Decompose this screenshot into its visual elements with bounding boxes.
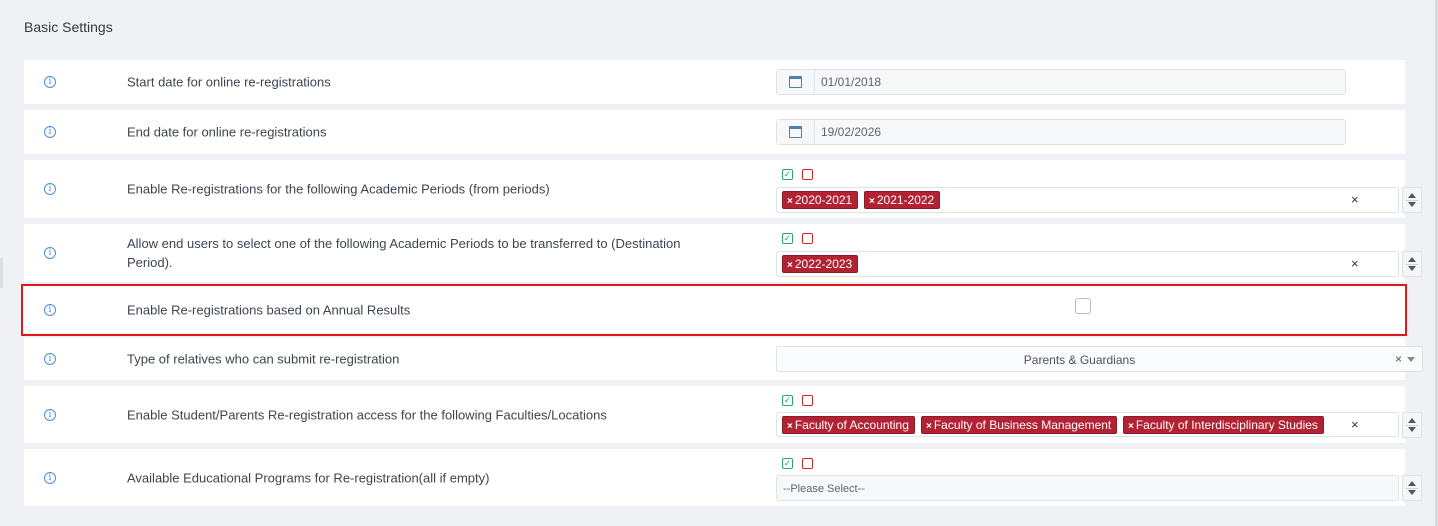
select-none-icon[interactable] [802,169,813,180]
tag[interactable]: × 2022-2023 [782,255,859,273]
setting-label: Type of relatives who can submit re-regi… [127,351,400,367]
setting-row-relatives: i Type of relatives who can submit re-re… [24,338,1423,381]
overflow-tag-hint [782,436,985,437]
clear-icon[interactable]: × [1351,192,1359,207]
select-none-icon[interactable] [802,395,813,406]
setting-row-faculties: i Enable Student/Parents Re-registration… [24,386,1422,444]
scroll-spinner[interactable] [1402,187,1422,213]
select-none-icon[interactable] [802,233,813,244]
setting-row-annual-results: i Enable Re-registrations based on Annua… [21,284,1407,336]
academic-periods-multiselect[interactable]: × 2020-2021 × 2021-2022 × [776,187,1399,213]
setting-row-start-date: i Start date for online re-registrations… [24,60,1405,105]
setting-label: Allow end users to select one of the fol… [127,236,681,270]
relatives-select[interactable]: Parents & Guardians × [776,346,1423,372]
tag[interactable]: × Faculty of Interdisciplinary Studies [1123,416,1324,434]
date-value: 19/02/2026 [821,125,882,139]
setting-row-destination-period: i Allow end users to select one of the f… [24,224,1422,283]
tag[interactable]: × Faculty of Accounting [782,416,915,434]
scroll-spinner[interactable] [1402,475,1422,501]
setting-label: Start date for online re-registrations [127,74,331,90]
tag[interactable]: × Faculty of Business Management [921,416,1118,434]
info-icon[interactable]: i [44,126,56,138]
setting-row-programs: i Available Educational Programs for Re-… [24,449,1422,507]
end-date-field[interactable]: 19/02/2026 [776,119,1346,145]
chevron-down-icon[interactable] [1407,357,1415,362]
start-date-field[interactable]: 01/01/2018 [776,69,1346,95]
tag-remove-icon[interactable]: × [869,196,875,207]
side-handle[interactable] [0,258,3,288]
annual-results-checkbox[interactable] [1075,298,1091,314]
info-icon[interactable]: i [44,303,56,316]
setting-label: Available Educational Programs for Re-re… [127,470,490,485]
info-icon[interactable]: i [44,247,56,259]
clear-icon[interactable]: × [1351,417,1359,432]
scroll-spinner[interactable] [1402,412,1422,438]
tag[interactable]: × 2020-2021 [782,191,859,209]
info-icon[interactable]: i [44,408,56,421]
select-placeholder: --Please Select-- [783,483,865,495]
setting-row-end-date: i End date for online re-registrations 1… [24,110,1405,155]
setting-label: End date for online re-registrations [127,124,327,140]
select-all-icon[interactable]: ✓ [782,233,793,244]
calendar-icon[interactable] [777,120,815,144]
select-value: Parents & Guardians [1023,353,1136,367]
programs-select[interactable]: --Please Select-- [776,475,1399,501]
info-icon[interactable]: i [44,353,56,365]
faculties-multiselect[interactable]: × Faculty of Accounting × Faculty of Busin… [776,412,1399,437]
destination-period-multiselect[interactable]: × 2022-2023 × [776,251,1399,277]
select-none-icon[interactable] [802,458,813,469]
date-value: 01/01/2018 [821,75,882,89]
setting-row-academic-periods: i Enable Re-registrations for the follow… [24,160,1422,219]
info-icon[interactable]: i [44,76,56,88]
overflow-tag-hint [993,436,1243,437]
calendar-icon[interactable] [777,70,815,94]
select-all-icon[interactable]: ✓ [782,458,793,469]
scroll-spinner[interactable] [1402,251,1422,277]
setting-label: Enable Re-registrations for the followin… [127,181,550,197]
tag-remove-icon[interactable]: × [787,421,793,432]
clear-icon[interactable]: × [1351,256,1359,271]
tag-remove-icon[interactable]: × [787,260,793,271]
clear-icon[interactable]: × [1395,352,1402,366]
info-icon[interactable]: i [44,471,56,484]
setting-label: Enable Re-registrations based on Annual … [127,302,411,317]
select-all-icon[interactable]: ✓ [782,395,793,406]
tag-remove-icon[interactable]: × [926,421,932,432]
section-title: Basic Settings [24,19,113,35]
tag-remove-icon[interactable]: × [787,196,793,207]
tag[interactable]: × 2021-2022 [864,191,941,209]
setting-label: Enable Student/Parents Re-registration a… [127,407,607,422]
tag-remove-icon[interactable]: × [1128,421,1134,432]
select-all-icon[interactable]: ✓ [782,169,793,180]
info-icon[interactable]: i [44,183,56,195]
